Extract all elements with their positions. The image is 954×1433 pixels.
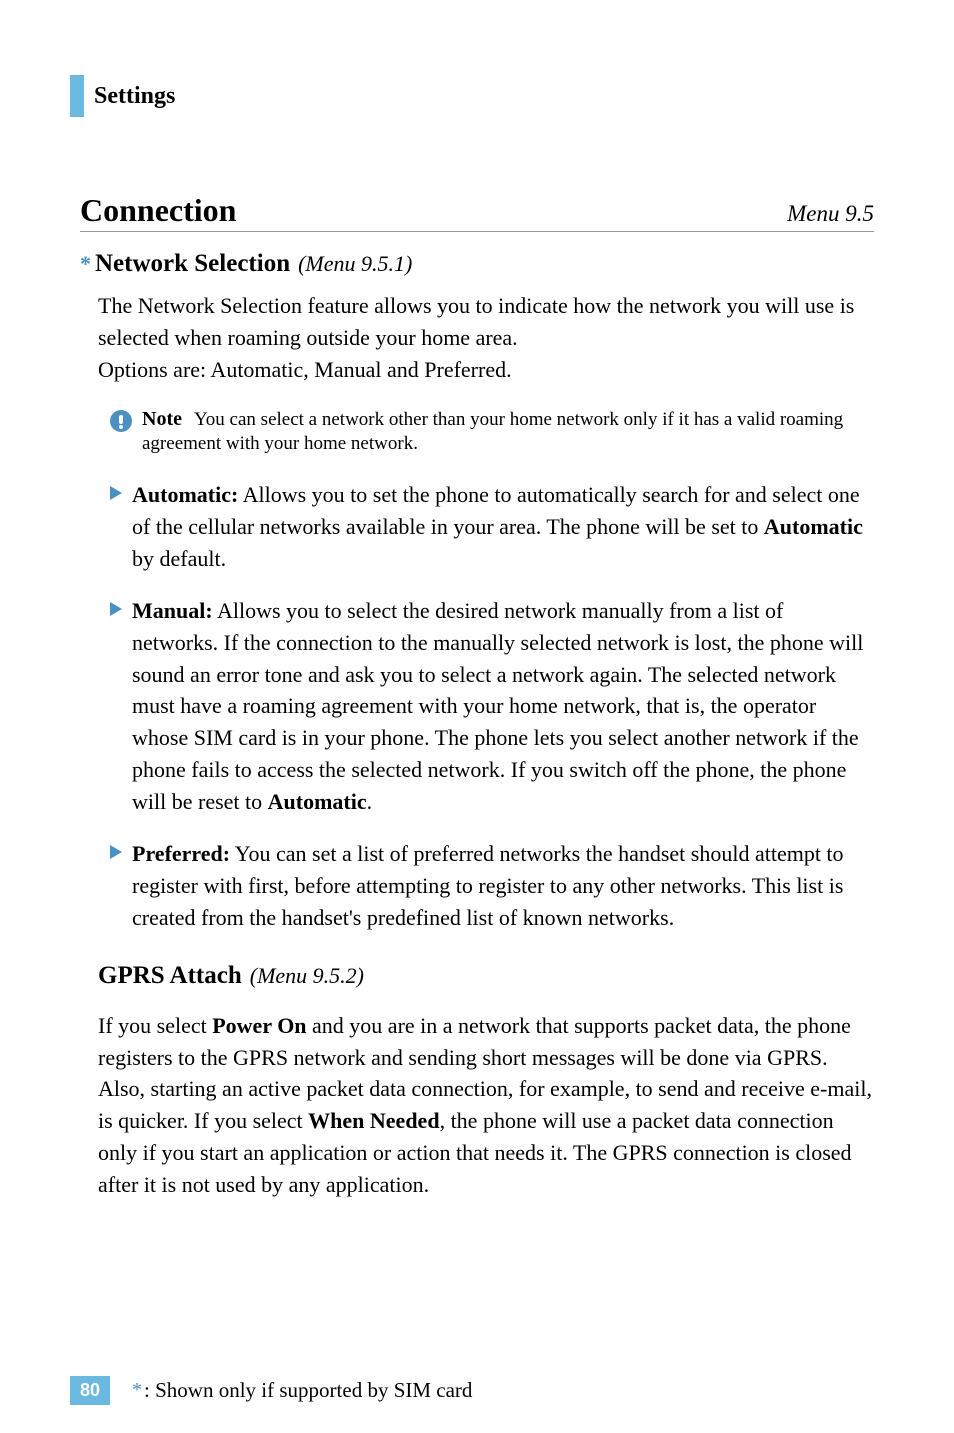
bullet-manual: Manual: Allows you to select the desired…	[110, 595, 874, 818]
network-selection-title: Network Selection	[95, 250, 290, 278]
triangle-bullet-icon	[110, 845, 122, 864]
network-intro-2: Options are: Automatic, Manual and Prefe…	[98, 354, 874, 386]
gprs-menu-ref: (Menu 9.5.2)	[250, 963, 364, 989]
footer-text: : Shown only if supported by SIM card	[144, 1378, 472, 1403]
bullet-manual-text: Manual: Allows you to select the desired…	[132, 595, 874, 818]
network-selection-heading: * Network Selection (Menu 9.5.1)	[80, 250, 874, 278]
gprs-title: GPRS Attach	[98, 962, 242, 990]
footer-asterisk-icon: *	[132, 1379, 142, 1402]
info-icon	[110, 410, 132, 437]
gprs-body-text: If you select Power On and you are in a …	[98, 1010, 874, 1201]
section-header: Settings	[70, 75, 874, 117]
footer: 80 * : Shown only if supported by SIM ca…	[70, 1376, 472, 1405]
bullet-preferred: Preferred: You can set a list of preferr…	[110, 838, 874, 934]
bullet-automatic-text: Automatic: Allows you to set the phone t…	[132, 479, 874, 575]
bullet-automatic: Automatic: Allows you to set the phone t…	[110, 479, 874, 575]
network-selection-menu-ref: (Menu 9.5.1)	[298, 251, 412, 277]
note-box: Note You can select a network other than…	[110, 408, 874, 457]
connection-heading-row: Connection Menu 9.5	[80, 192, 874, 232]
triangle-bullet-icon	[110, 602, 122, 621]
note-label: Note	[142, 408, 182, 430]
asterisk-icon: *	[80, 251, 91, 277]
triangle-bullet-icon	[110, 486, 122, 505]
network-intro-1: The Network Selection feature allows you…	[98, 290, 874, 354]
page-number: 80	[70, 1376, 110, 1405]
connection-title: Connection	[80, 192, 236, 229]
note-content: Note You can select a network other than…	[142, 408, 874, 457]
blue-bar-icon	[70, 75, 84, 117]
gprs-heading: GPRS Attach (Menu 9.5.2)	[98, 962, 874, 990]
note-text: You can select a network other than your…	[142, 409, 843, 455]
bullet-preferred-text: Preferred: You can set a list of preferr…	[132, 838, 874, 934]
section-title: Settings	[94, 83, 175, 110]
connection-menu-ref: Menu 9.5	[787, 201, 874, 227]
